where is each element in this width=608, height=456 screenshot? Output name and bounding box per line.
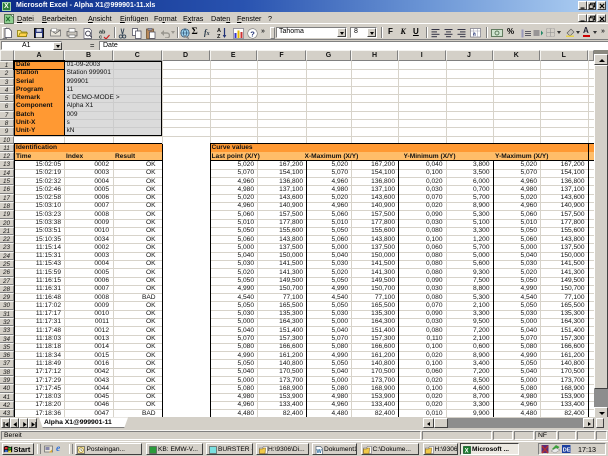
svg-text:c: c [99,34,102,39]
svg-text:?: ? [250,29,255,38]
svg-text:X: X [464,448,468,454]
svg-text:Z: Z [217,34,221,39]
svg-text:DE: DE [563,448,571,454]
svg-text:a: a [473,32,476,38]
svg-text:W: W [316,449,322,455]
